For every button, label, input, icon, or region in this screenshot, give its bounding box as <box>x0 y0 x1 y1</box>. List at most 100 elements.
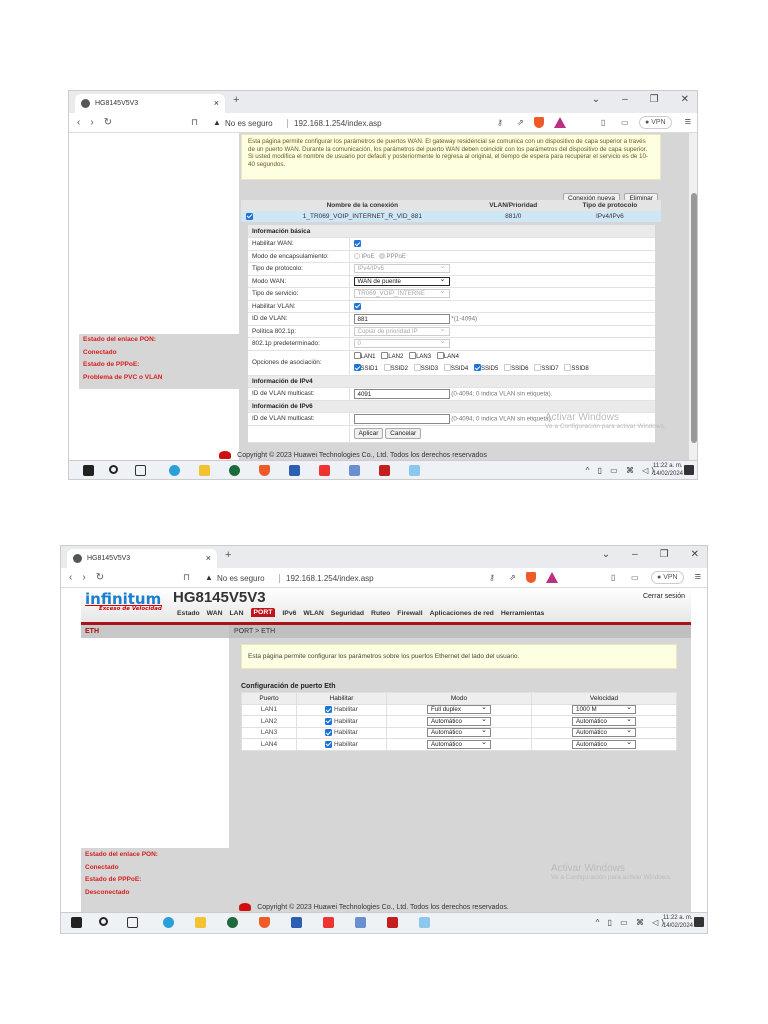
word-icon[interactable] <box>289 465 300 476</box>
file-explorer-icon[interactable] <box>195 917 206 928</box>
cancel-button[interactable]: Cancelar <box>385 428 422 439</box>
app-red-icon[interactable] <box>323 917 334 928</box>
nav-firewall[interactable]: Firewall <box>397 610 422 617</box>
pppoe-radio[interactable] <box>378 253 385 260</box>
warning-icon[interactable]: ▲ <box>213 118 221 127</box>
bookmark-icon[interactable]: ⊓ <box>183 572 190 583</box>
key-icon[interactable]: ⚷ <box>497 118 503 127</box>
sidebar-icon[interactable]: ▯ <box>601 118 605 127</box>
task-view-icon[interactable] <box>127 917 138 928</box>
mode-select[interactable]: Automático <box>427 727 491 738</box>
ssid1-checkbox[interactable] <box>353 364 361 372</box>
ssid2-checkbox[interactable] <box>383 364 391 372</box>
speed-select[interactable]: 1000 M <box>572 704 636 715</box>
vlan-id-input[interactable]: 881 <box>353 313 450 324</box>
nav-ipv6[interactable]: IPv6 <box>282 610 296 617</box>
enable-checkbox[interactable] <box>325 729 333 737</box>
ssid3-checkbox[interactable] <box>413 364 421 372</box>
default-8021p-select[interactable]: 0 <box>353 338 450 349</box>
lan1-checkbox[interactable] <box>353 352 361 360</box>
vpn-button[interactable]: ● VPN <box>639 116 672 129</box>
browser-tab[interactable]: HG8145V5V3 × <box>67 549 217 568</box>
enable-vlan-checkbox[interactable] <box>353 302 361 310</box>
restore-button[interactable]: ❐ <box>650 94 659 105</box>
forward-button[interactable]: › <box>82 572 95 583</box>
remote-desktop-icon[interactable] <box>419 917 430 928</box>
notification-icon[interactable] <box>684 465 694 475</box>
mode-select[interactable]: Automático <box>427 739 491 749</box>
speed-select[interactable]: Automático <box>572 739 636 749</box>
minimize-button[interactable]: – <box>632 549 638 560</box>
nav-herramientas[interactable]: Herramientas <box>501 610 544 617</box>
url-input[interactable]: 192.168.1.254/index.asp <box>287 119 382 128</box>
brave-icon[interactable] <box>259 465 270 476</box>
clock[interactable]: 11:22 a. m. 14/02/2024 <box>653 462 683 478</box>
nav-wan[interactable]: WAN <box>207 610 223 617</box>
close-tab-icon[interactable]: × <box>214 94 219 113</box>
back-button[interactable]: ‹ <box>69 572 82 583</box>
app-icon[interactable] <box>227 917 238 928</box>
security-label[interactable]: No es seguro <box>217 574 265 583</box>
apply-button[interactable]: Aplicar <box>353 428 384 439</box>
system-tray[interactable]: ^ ▯ ▭ ⌘ ◁) <box>596 918 667 927</box>
close-tab-icon[interactable]: × <box>206 549 211 568</box>
nav-seguridad[interactable]: Seguridad <box>331 610 364 617</box>
forward-button[interactable]: › <box>90 117 103 128</box>
search-icon[interactable] <box>99 917 108 926</box>
protocol-select[interactable]: IPv4/IPv6 <box>353 263 450 274</box>
bookmark-icon[interactable]: ⊓ <box>191 117 198 128</box>
table-row[interactable]: 1_TR069_VOIP_INTERNET_R_VID_881 881/0 IP… <box>241 211 661 222</box>
nav-ruteo[interactable]: Ruteo <box>371 610 390 617</box>
edge-icon[interactable] <box>169 465 180 476</box>
ssid4-checkbox[interactable] <box>443 364 451 372</box>
sidebar-icon[interactable]: ▯ <box>611 573 615 582</box>
nav-lan[interactable]: LAN <box>230 610 244 617</box>
service-select[interactable]: TR069_VOIP_INTERNE <box>353 288 450 299</box>
policy-select[interactable]: Copiar de prioridad IP <box>353 326 450 336</box>
close-window-button[interactable]: ✕ <box>691 549 699 560</box>
security-label[interactable]: No es seguro <box>225 119 273 128</box>
remote-desktop-icon[interactable] <box>409 465 420 476</box>
acrobat-icon[interactable] <box>387 917 398 928</box>
nav-port[interactable]: PORT <box>250 608 276 617</box>
wan-mode-select[interactable]: WAN de puente <box>353 276 450 286</box>
share-icon[interactable]: ⇗ <box>517 118 524 127</box>
search-icon[interactable] <box>109 465 118 474</box>
windows-start-icon[interactable] <box>71 917 82 928</box>
windows-start-icon[interactable] <box>83 465 94 476</box>
tab-list-icon[interactable]: ⌄ <box>602 549 610 560</box>
reload-button[interactable]: ↻ <box>96 572 114 583</box>
brave-rewards-icon[interactable] <box>554 117 566 128</box>
vpn-button[interactable]: ● VPN <box>651 571 684 584</box>
scrollbar[interactable] <box>689 133 697 463</box>
lan4-checkbox[interactable] <box>436 352 444 360</box>
warning-icon[interactable]: ▲ <box>205 573 213 582</box>
enable-checkbox[interactable] <box>325 740 333 748</box>
row-checkbox[interactable] <box>245 212 253 220</box>
acrobat-icon[interactable] <box>379 465 390 476</box>
enable-wan-checkbox[interactable] <box>353 240 361 248</box>
wallet-icon[interactable]: ▭ <box>621 118 629 127</box>
tab-list-icon[interactable]: ⌄ <box>592 94 600 105</box>
brave-shield-icon[interactable] <box>534 117 544 128</box>
ssid5-checkbox[interactable] <box>474 364 481 372</box>
back-button[interactable]: ‹ <box>77 117 90 128</box>
ipoe-radio[interactable] <box>353 253 360 260</box>
enable-checkbox[interactable] <box>325 717 333 725</box>
app-icon[interactable] <box>229 465 240 476</box>
browser-tab[interactable]: HG8145V5V3 × <box>75 94 225 113</box>
brave-shield-icon[interactable] <box>526 572 536 583</box>
brave-icon[interactable] <box>259 917 270 928</box>
ipv6-mcast-input[interactable] <box>353 413 450 424</box>
restore-button[interactable]: ❐ <box>660 549 669 560</box>
brave-rewards-icon[interactable] <box>546 572 558 583</box>
new-tab-button[interactable]: + <box>233 94 239 106</box>
reload-button[interactable]: ↻ <box>104 117 122 128</box>
system-tray[interactable]: ^ ▯ ▭ ⌘ ◁) <box>586 466 657 475</box>
minimize-button[interactable]: – <box>622 94 628 105</box>
nav-aplicaciones[interactable]: Aplicaciones de red <box>430 610 494 617</box>
menu-icon[interactable]: ≡ <box>695 571 701 583</box>
scrollbar-thumb[interactable] <box>691 193 697 443</box>
app-red-icon[interactable] <box>319 465 330 476</box>
nav-estado[interactable]: Estado <box>177 610 200 617</box>
